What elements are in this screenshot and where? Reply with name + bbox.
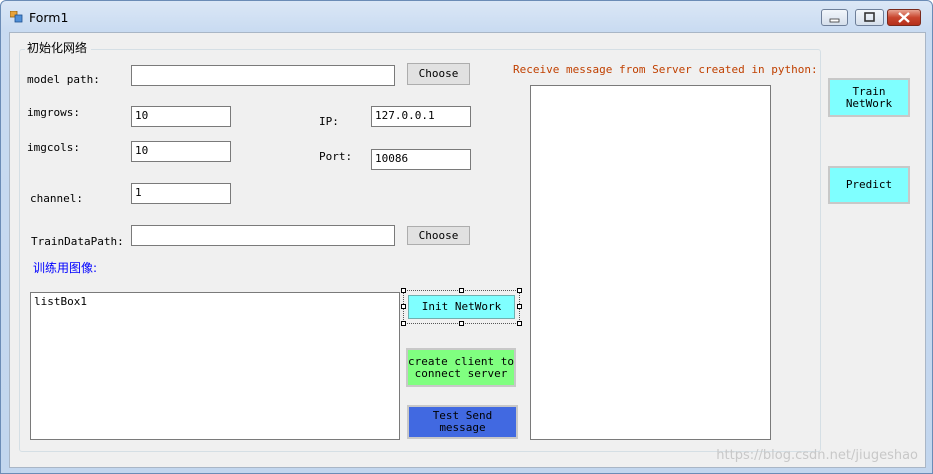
train-data-path-label: TrainDataPath:: [31, 235, 124, 248]
minimize-icon: [829, 18, 840, 23]
app-icon: [10, 11, 23, 23]
selection-handle: [517, 288, 522, 293]
model-path-input[interactable]: [131, 65, 395, 86]
close-button[interactable]: [887, 9, 921, 26]
maximize-icon: [864, 12, 875, 22]
selection-handle: [517, 304, 522, 309]
selection-handle: [401, 288, 406, 293]
create-client-label-line1: create client to: [408, 354, 514, 368]
predict-button[interactable]: Predict: [828, 166, 910, 204]
receive-message-label: Receive message from Server created in p…: [513, 63, 818, 76]
list-item[interactable]: listBox1: [34, 295, 396, 308]
window-title: Form1: [29, 10, 69, 25]
watermark: https://blog.csdn.net/jiugeshao: [716, 448, 918, 463]
receive-message-textbox[interactable]: [530, 85, 771, 440]
imgcols-input[interactable]: 10: [131, 141, 231, 162]
port-label: Port:: [319, 150, 353, 163]
selection-handle: [459, 288, 464, 293]
init-network-label: Init NetWork: [421, 300, 502, 313]
train-images-label: 训练用图像:: [33, 261, 98, 275]
maximize-button[interactable]: [855, 9, 884, 26]
predict-label: Predict: [845, 178, 893, 191]
channel-label: channel:: [30, 192, 83, 205]
imgrows-label: imgrows:: [27, 106, 80, 119]
selection-handle: [401, 321, 406, 326]
model-path-label: model path:: [27, 73, 100, 86]
image-listbox[interactable]: listBox1: [30, 292, 400, 440]
create-client-label-line2: connect server: [414, 366, 508, 380]
main-window: Form1 初始化网络 model path: Choose imgrows: …: [0, 0, 933, 474]
form-client-area: 初始化网络 model path: Choose imgrows: 10 IP:…: [9, 32, 926, 468]
test-send-button[interactable]: Test Send message: [407, 405, 518, 439]
create-client-button[interactable]: create client to connect server: [406, 348, 516, 387]
selection-handle: [401, 304, 406, 309]
channel-input[interactable]: 1: [131, 183, 231, 204]
title-bar[interactable]: Form1: [1, 1, 932, 33]
init-network-button[interactable]: Init NetWork: [408, 295, 515, 319]
train-network-button[interactable]: Train NetWork: [828, 78, 910, 117]
groupbox-title: 初始化网络: [25, 39, 92, 56]
imgrows-input[interactable]: 10: [131, 106, 231, 127]
train-label-line2: NetWork: [845, 96, 893, 110]
train-label-line1: Train: [852, 84, 886, 98]
selection-handle: [459, 321, 464, 326]
choose-model-button[interactable]: Choose: [407, 63, 470, 85]
choose-train-button[interactable]: Choose: [407, 226, 470, 245]
train-data-path-input[interactable]: [131, 225, 395, 246]
selection-handle: [517, 321, 522, 326]
port-input[interactable]: 10086: [371, 149, 471, 170]
test-send-label-line2: message: [439, 421, 486, 434]
imgcols-label: imgcols:: [27, 141, 80, 154]
minimize-button[interactable]: [821, 9, 848, 26]
ip-label: IP:: [319, 115, 339, 128]
ip-input[interactable]: 127.0.0.1: [371, 106, 471, 127]
close-icon: [898, 12, 910, 23]
